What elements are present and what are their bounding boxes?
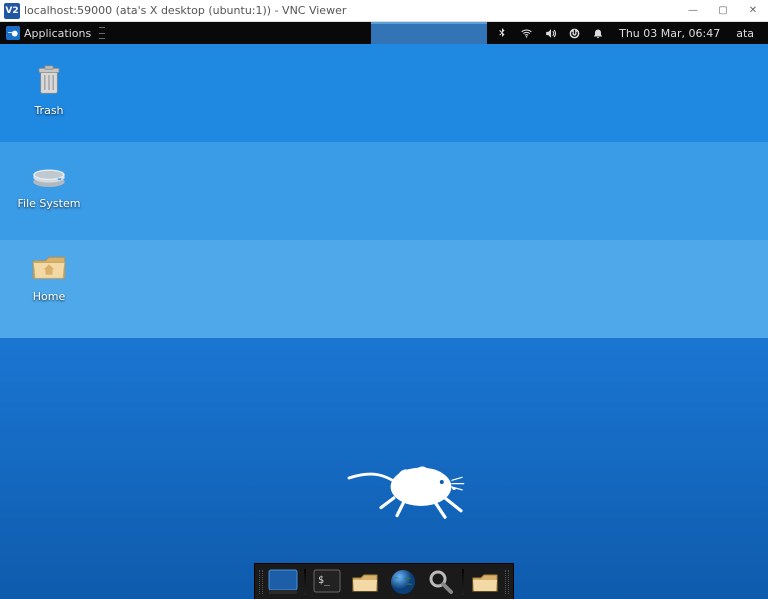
home-icon (27, 244, 71, 288)
vnc-window: V2 localhost:59000 (ata's X desktop (ubu… (0, 0, 768, 599)
terminal-icon: $_ (313, 569, 341, 595)
web-browser-icon (389, 568, 417, 596)
home-folder-button[interactable] (467, 566, 503, 598)
app-finder-icon (427, 568, 455, 596)
vnc-viewer-icon: V2 (4, 3, 20, 19)
close-button[interactable]: ✕ (738, 0, 768, 22)
applications-menu-button[interactable]: Applications (0, 22, 97, 44)
dock-handle-icon[interactable] (259, 570, 263, 594)
app-finder-button[interactable] (423, 566, 459, 598)
system-tray: Thu 03 Mar, 06:47 ata (487, 22, 768, 44)
trash-desktop-icon[interactable]: Trash (12, 58, 86, 117)
active-window-indicator[interactable] (371, 22, 487, 44)
home-desktop-icon[interactable]: Home (12, 244, 86, 303)
show-desktop-icon (268, 569, 298, 595)
applications-label: Applications (24, 27, 91, 40)
trash-icon (27, 58, 71, 102)
filesystem-desktop-icon[interactable]: File System (12, 151, 86, 210)
window-titlebar[interactable]: V2 localhost:59000 (ata's X desktop (ubu… (0, 0, 768, 22)
remote-desktop: Applications (0, 22, 768, 599)
window-title: localhost:59000 (ata's X desktop (ubuntu… (24, 4, 678, 17)
web-browser-button[interactable] (385, 566, 421, 598)
user-label[interactable]: ata (734, 27, 760, 40)
dock-handle-icon[interactable] (505, 570, 509, 594)
power-icon[interactable] (567, 26, 581, 40)
svg-text:$_: $_ (318, 575, 331, 586)
file-manager-button[interactable] (347, 566, 383, 598)
desktop-wallpaper[interactable]: Trash File System (0, 44, 768, 599)
home-label: Home (33, 290, 65, 303)
maximize-button[interactable]: ▢ (708, 0, 738, 22)
volume-icon[interactable] (543, 26, 557, 40)
notification-icon[interactable] (591, 26, 605, 40)
bluetooth-icon[interactable] (495, 26, 509, 40)
xfce-logo-icon (6, 26, 20, 40)
home-folder-icon (470, 569, 500, 595)
clock-label[interactable]: Thu 03 Mar, 06:47 (615, 27, 724, 40)
wifi-icon[interactable] (519, 26, 533, 40)
xfce-mouse-icon (340, 442, 470, 522)
minimize-button[interactable]: — (678, 0, 708, 22)
show-desktop-button[interactable] (265, 566, 301, 598)
terminal-button[interactable]: $_ (309, 566, 345, 598)
bottom-dock: $_ (254, 563, 514, 599)
file-manager-icon (350, 569, 380, 595)
top-panel: Applications (0, 22, 768, 44)
panel-handle-icon[interactable] (99, 27, 105, 39)
filesystem-label: File System (18, 197, 81, 210)
trash-label: Trash (34, 104, 63, 117)
filesystem-icon (27, 151, 71, 195)
